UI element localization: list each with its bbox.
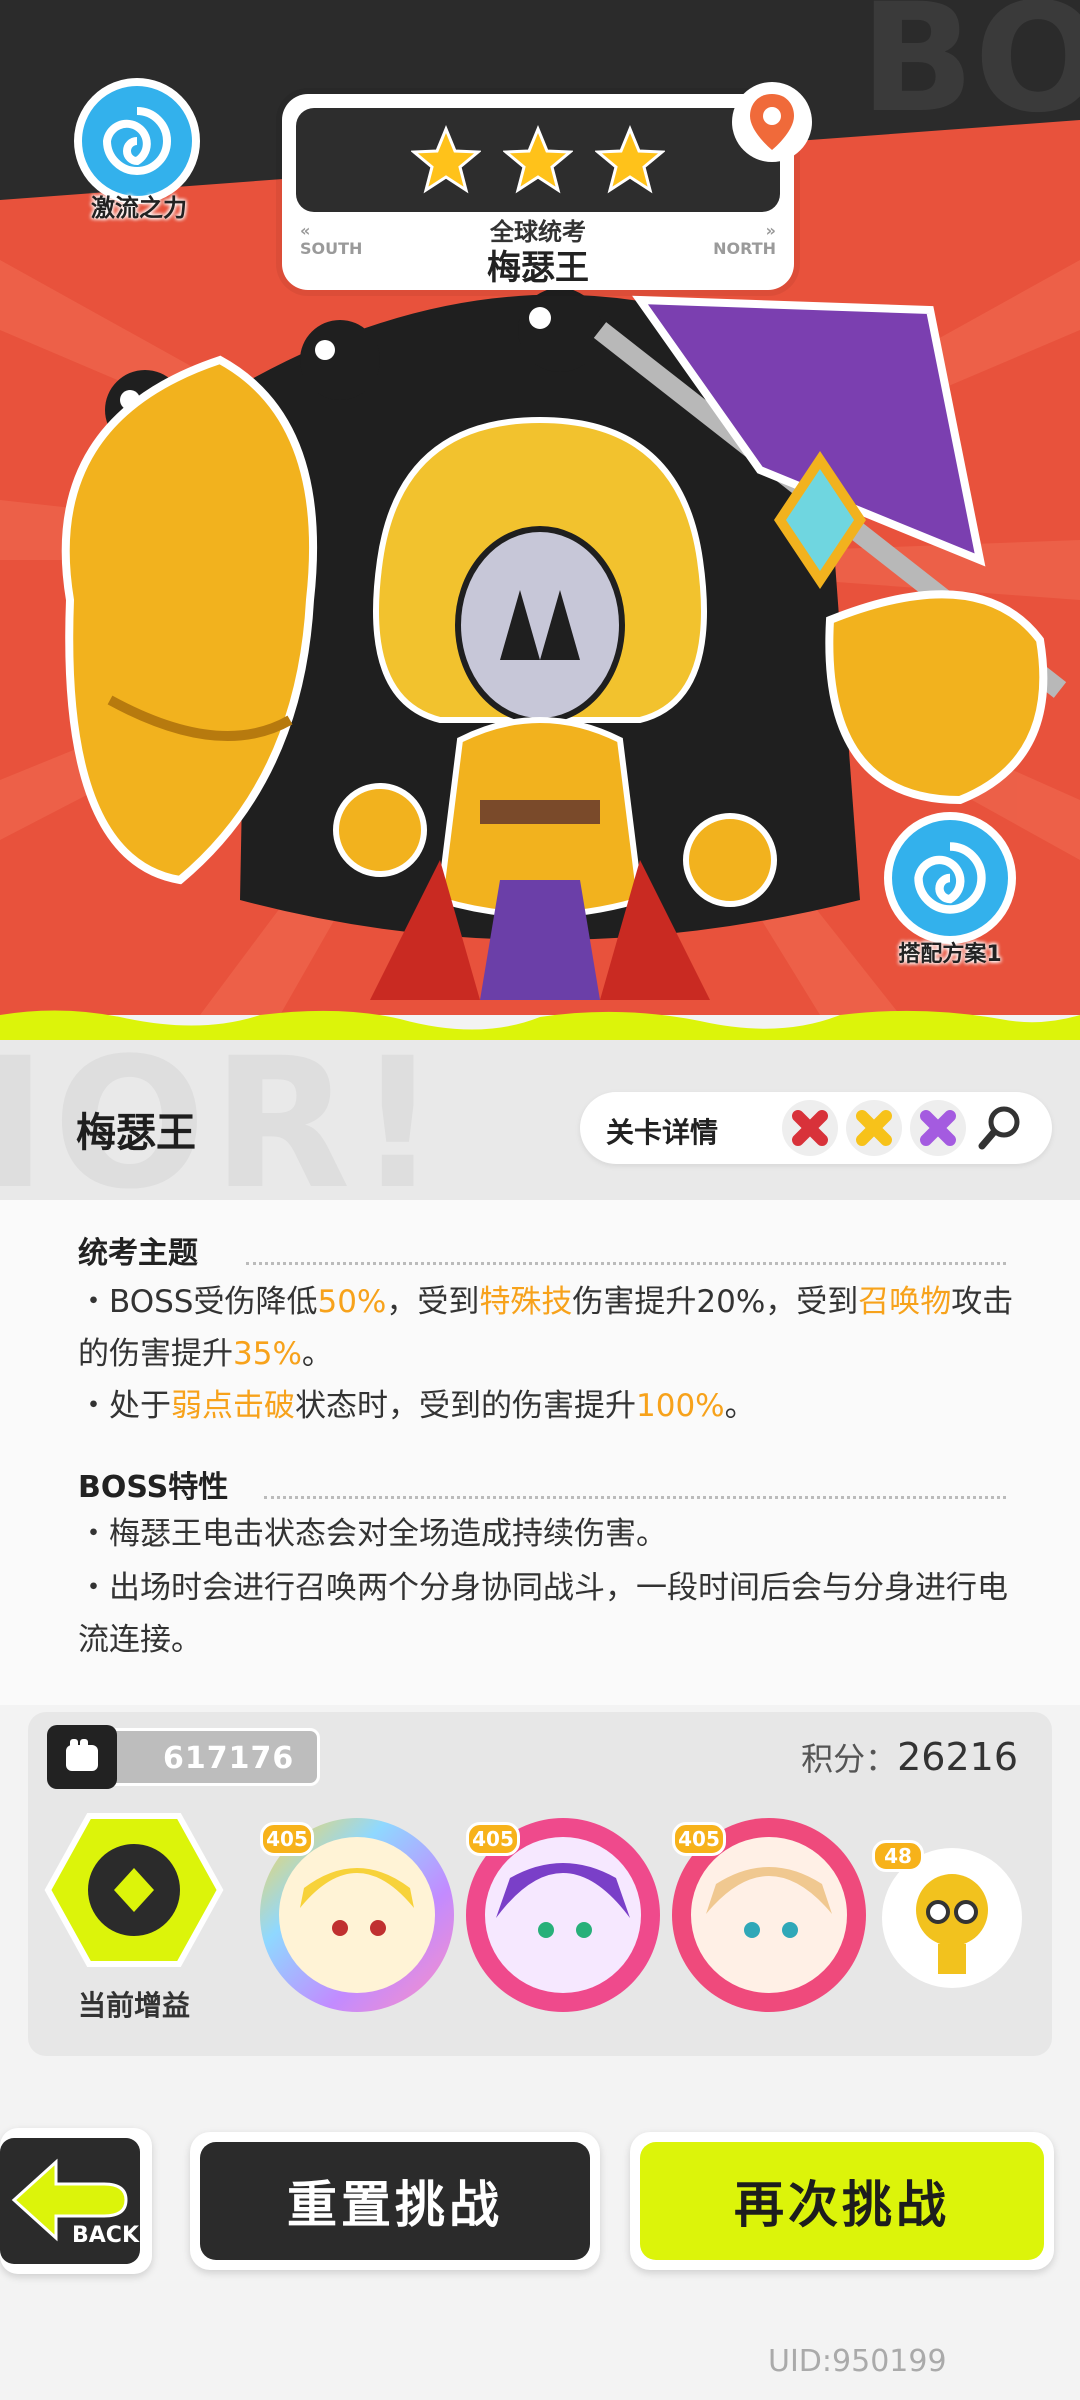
current-buff[interactable]: 当前增益 [44, 1810, 224, 2022]
pet-level-badge: 48 [872, 1840, 924, 1872]
plain-text: 。 [301, 1336, 333, 1372]
highlight-text: 弱点击破 [171, 1388, 295, 1424]
buff-icon [44, 1813, 224, 1967]
plain-text: ，受到 [386, 1284, 480, 1320]
back-button[interactable]: BACK [0, 2128, 152, 2274]
back-label: BACK [72, 2223, 140, 2248]
boss-hero-area: BO 激流之力 « SOUTH » NORTH 全球统考 梅瑟王 搭配方案1 [0, 0, 1080, 1015]
magnifier-icon [972, 1100, 1028, 1156]
plain-text: 。 [724, 1388, 756, 1424]
pet-slot[interactable]: 48 [872, 1840, 1022, 1988]
boss-trait-line-1: ・梅瑟王电击状态会对全场造成持续伤害。 [78, 1516, 667, 1552]
user-id: UID:950199 [768, 2344, 947, 2379]
plan-badge[interactable]: 搭配方案1 [870, 812, 1030, 972]
buff-label: 当前增益 [77, 1989, 190, 2022]
element-badge[interactable]: 激流之力 [64, 78, 214, 228]
dotted-divider [246, 1262, 1006, 1265]
highlight-text: 50% [317, 1284, 387, 1320]
theme-line-1: ・BOSS受伤降低50%，受到特殊技伤害提升20%，受到召唤物攻击的伤害提升35… [78, 1276, 1028, 1380]
boss-trait-heading: BOSS特性 [78, 1470, 229, 1505]
hero-level-badge: 405 [260, 1822, 314, 1856]
stage-detail-label: 关卡详情 [606, 1116, 719, 1149]
location-name: 梅瑟王 [487, 248, 589, 288]
dotted-divider [264, 1496, 1006, 1499]
fist-icon [47, 1725, 117, 1789]
hero-slot-1[interactable]: 405 [260, 1818, 454, 2012]
hero-slot-3[interactable]: 405 [672, 1818, 866, 2012]
hero-slot-2[interactable]: 405 [466, 1818, 660, 2012]
highlight-text: 100% [636, 1388, 725, 1424]
stars-bar [296, 108, 780, 212]
back-arrow-icon: BACK [11, 2158, 140, 2248]
power-value: 617176 [163, 1741, 295, 1776]
red-cross-icon [782, 1100, 838, 1156]
highlight-text: 特殊技 [479, 1284, 573, 1320]
hero-level-badge: 405 [466, 1822, 520, 1856]
score-label: 积分： [801, 1740, 898, 1778]
plain-text: 状态时，受到的伤害提升 [295, 1388, 636, 1424]
boss-title: 梅瑟王 [76, 1110, 196, 1156]
purple-cross-icon [910, 1100, 966, 1156]
score: 积分：26216 [801, 1734, 1018, 1780]
reset-challenge-button[interactable]: 重置挑战 [190, 2132, 600, 2270]
plain-text: 伤害提升20%，受到 [572, 1284, 859, 1320]
retry-challenge-label: 再次挑战 [734, 2176, 950, 2234]
highlight-text: 35% [233, 1336, 302, 1372]
water-swirl-icon [74, 78, 200, 204]
plain-text: ・处于 [78, 1388, 171, 1424]
description-panel[interactable]: 统考主题 ・BOSS受伤降低50%，受到特殊技伤害提升20%，受到召唤物攻击的伤… [0, 1200, 1080, 1705]
star-icon [595, 125, 665, 194]
star-icon [503, 125, 573, 194]
watermark-text: IOR! [0, 1040, 445, 1200]
element-label: 激流之力 [91, 194, 187, 222]
retry-challenge-button[interactable]: 再次挑战 [630, 2132, 1054, 2270]
plain-text: ・BOSS受伤降低 [78, 1284, 318, 1320]
theme-heading: 统考主题 [78, 1236, 198, 1271]
hero-level-badge: 405 [672, 1822, 726, 1856]
location-pin-icon[interactable] [732, 82, 812, 162]
plan-label: 搭配方案1 [898, 942, 1002, 967]
boss-trait-line-2: ・出场时会进行召唤两个分身协同战斗，一段时间后会与分身进行电流连接。 [78, 1570, 1008, 1658]
stage-detail-button[interactable]: 关卡详情 [580, 1092, 1052, 1164]
water-swirl-icon [884, 812, 1016, 944]
score-value: 26216 [897, 1735, 1018, 1779]
highlight-text: 召唤物 [858, 1284, 952, 1320]
yellow-cross-icon [846, 1100, 902, 1156]
star-icon [411, 125, 481, 194]
reset-challenge-label: 重置挑战 [287, 2176, 503, 2234]
location-card[interactable]: «SOUTH » NORTH 全球统考 梅瑟王 [282, 94, 794, 290]
power-bar: 617176 [47, 1725, 320, 1789]
theme-line-2: ・处于弱点击破状态时，受到的伤害提升100%。 [78, 1380, 1028, 1432]
